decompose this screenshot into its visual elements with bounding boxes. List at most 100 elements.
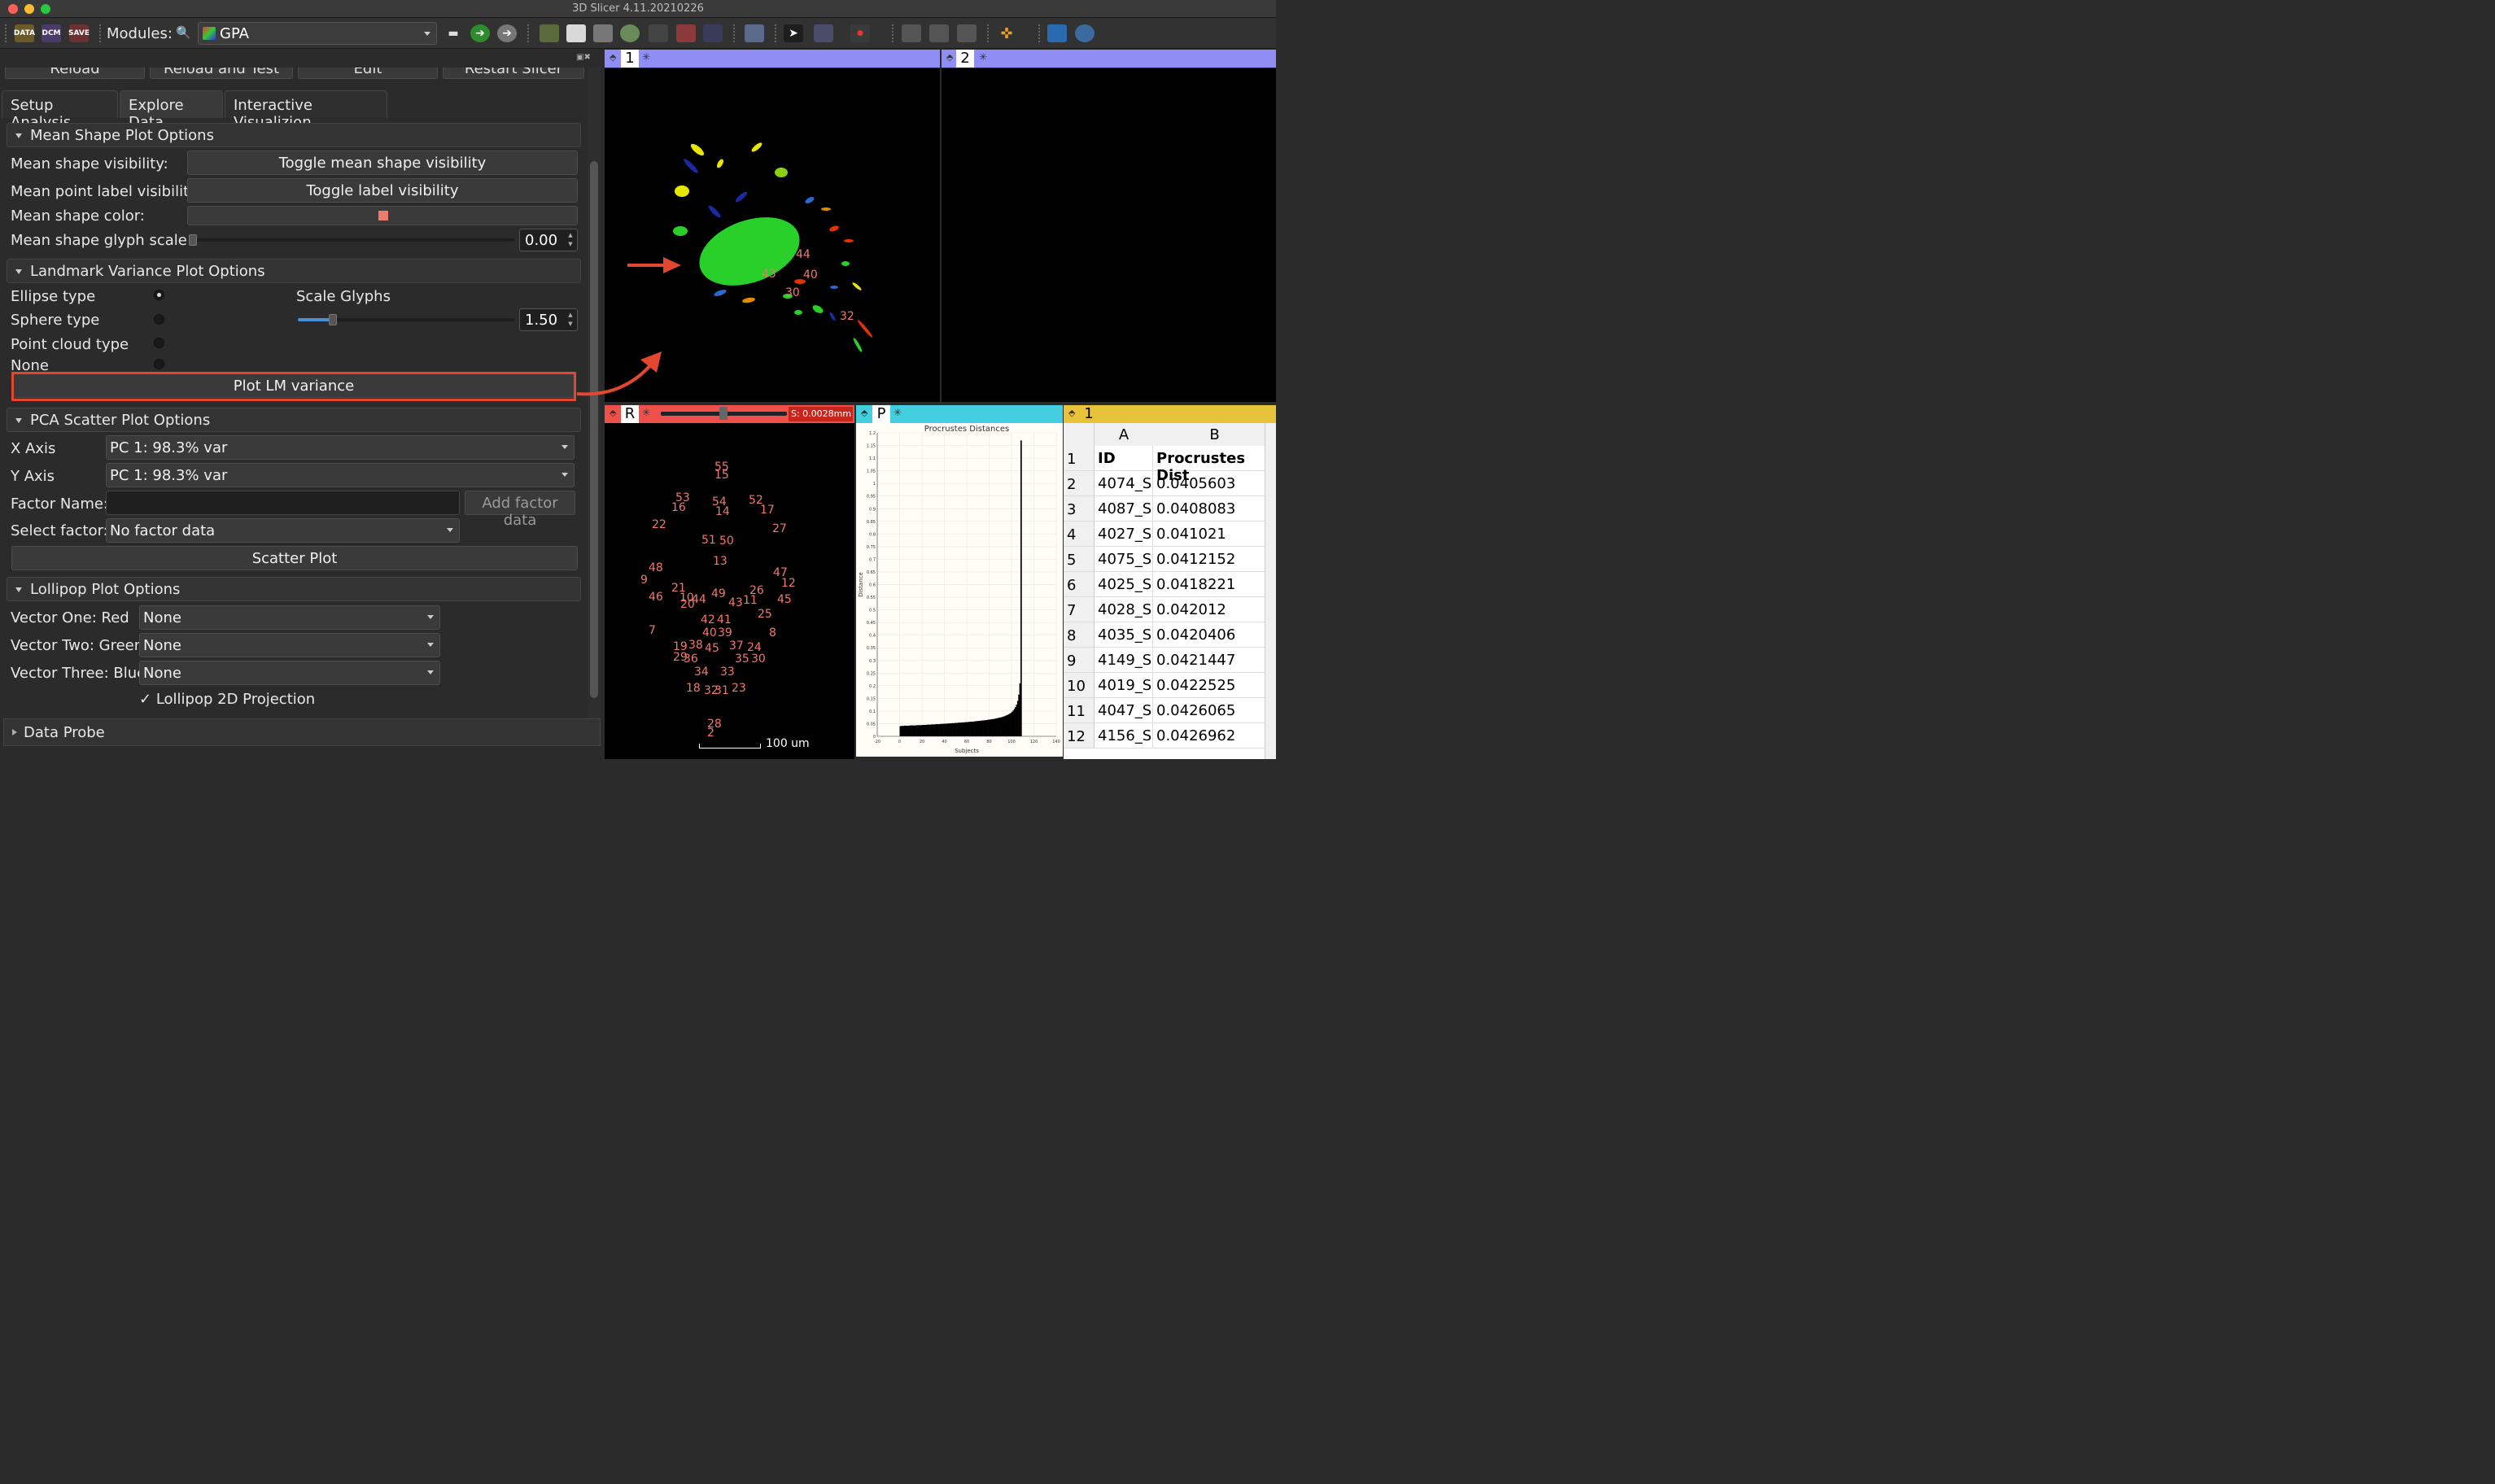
row-header[interactable]: 5: [1064, 547, 1095, 572]
cell-procrustes-distance[interactable]: 0.0412152: [1153, 547, 1276, 572]
vector-three-select[interactable]: None: [139, 661, 440, 685]
cell-procrustes-distance[interactable]: 0.0421447: [1153, 648, 1276, 673]
pin-icon[interactable]: ⬘: [861, 408, 867, 418]
lollipop-2d-projection-checkbox[interactable]: ✓ Lollipop 2D Projection: [139, 691, 315, 708]
row-header[interactable]: 6: [1064, 572, 1095, 597]
place-fiducial-icon[interactable]: ●: [850, 24, 870, 42]
y-axis-select[interactable]: PC 1: 98.3% var: [106, 463, 575, 487]
cell-procrustes-distance[interactable]: 0.0422525: [1153, 673, 1276, 698]
module-history-icon[interactable]: ▬: [444, 24, 463, 42]
cell-procrustes-distance[interactable]: 0.042012: [1153, 597, 1276, 622]
spin-arrows-icon[interactable]: ▲ ▼: [566, 311, 575, 329]
panel-float-close-icons[interactable]: ▣✖: [576, 53, 591, 62]
cell-id[interactable]: 4047_S: [1095, 698, 1153, 723]
column-header-b[interactable]: B: [1153, 423, 1276, 446]
none-type-radio[interactable]: [154, 359, 164, 369]
pin-icon[interactable]: ⬘: [1068, 408, 1075, 418]
pin-icon[interactable]: ⬘: [610, 408, 616, 418]
cell-procrustes-distance[interactable]: 0.0405603: [1153, 471, 1276, 496]
toggle-label-visibility-button[interactable]: Toggle label visibility: [187, 178, 578, 203]
table-row[interactable]: 6 4025_S 0.0418221: [1064, 572, 1276, 597]
cell-id[interactable]: 4156_S: [1095, 723, 1153, 749]
table-row[interactable]: 7 4028_S 0.042012: [1064, 597, 1276, 622]
table-row[interactable]: 4 4027_S 0.041021: [1064, 522, 1276, 547]
point-cloud-type-radio[interactable]: [154, 338, 164, 348]
scene-view-icon[interactable]: [929, 24, 949, 42]
save-button[interactable]: SAVE: [68, 24, 90, 42]
row-header[interactable]: 2: [1064, 471, 1095, 496]
add-factor-data-button[interactable]: Add factor data: [465, 491, 575, 529]
view-options-icon[interactable]: ✳: [894, 407, 902, 418]
volumes-module-icon[interactable]: [566, 24, 586, 42]
table-scrollbar[interactable]: [1265, 423, 1276, 759]
screenshot-icon[interactable]: [902, 24, 921, 42]
cell-id[interactable]: ID: [1095, 446, 1153, 471]
crosshair-icon[interactable]: ✜: [997, 24, 1016, 42]
tab-setup-analysis[interactable]: Setup Analysis: [2, 90, 118, 131]
landmark-variance-section-header[interactable]: Landmark Variance Plot Options: [7, 259, 581, 283]
pointer-icon[interactable]: ➤: [784, 24, 803, 42]
back-arrow-icon[interactable]: ➔: [470, 24, 490, 42]
window-level-icon[interactable]: [814, 24, 833, 42]
table-row[interactable]: 1 ID Procrustes Dist: [1064, 446, 1276, 484]
scale-glyphs-slider[interactable]: [298, 314, 514, 325]
mean-shape-section-header[interactable]: Mean Shape Plot Options: [7, 123, 581, 147]
slider-handle[interactable]: [329, 314, 337, 325]
table-row[interactable]: 8 4035_S 0.0420406: [1064, 622, 1276, 648]
red-slice-view[interactable]: 55 15 53 16 54 14 52 17 22 27 51 50 13 48 9 47 12 21 10 20 4…: [605, 423, 854, 759]
reload-and-test-button[interactable]: Reload and Test: [150, 68, 293, 79]
cell-id[interactable]: 4087_S: [1095, 496, 1153, 522]
pca-scatter-section-header[interactable]: PCA Scatter Plot Options: [7, 408, 581, 432]
forward-arrow-icon[interactable]: ➔: [497, 24, 517, 42]
reload-button[interactable]: Reload: [5, 68, 145, 79]
cell-id[interactable]: 4035_S: [1095, 622, 1153, 648]
view-options-icon[interactable]: ✳: [642, 407, 650, 418]
row-header[interactable]: 8: [1064, 622, 1095, 648]
cell-id[interactable]: 4074_S: [1095, 471, 1153, 496]
ellipse-type-radio[interactable]: [154, 290, 164, 300]
load-dicom-button[interactable]: DCM: [42, 24, 61, 42]
table-row[interactable]: 11 4047_S 0.0426065: [1064, 698, 1276, 723]
select-factor-dropdown[interactable]: No factor data: [106, 518, 460, 543]
mean-shape-color-picker[interactable]: [187, 206, 578, 225]
slice-offset-slider[interactable]: [661, 407, 787, 420]
extension-icon[interactable]: [957, 24, 977, 42]
scatter-plot-button[interactable]: Scatter Plot: [11, 546, 578, 570]
editor-module-icon[interactable]: [703, 24, 723, 42]
table-row[interactable]: 2 4074_S 0.0405603: [1064, 471, 1276, 496]
sphere-type-radio[interactable]: [154, 314, 164, 325]
toggle-mean-shape-button[interactable]: Toggle mean shape visibility: [187, 151, 578, 175]
slider-handle[interactable]: [719, 407, 728, 420]
glyph-scale-slider[interactable]: [189, 234, 514, 246]
data-module-icon[interactable]: [540, 24, 559, 42]
load-data-button[interactable]: DATA: [14, 24, 35, 42]
table-row[interactable]: 5 4075_S 0.0412152: [1064, 547, 1276, 572]
view-options-icon[interactable]: ✳: [979, 51, 987, 63]
3d-view-2[interactable]: [942, 68, 1276, 402]
cell-id[interactable]: 4028_S: [1095, 597, 1153, 622]
row-header[interactable]: 3: [1064, 496, 1095, 522]
procrustes-plot[interactable]: 0 0.05 0.1 0.15 0.2 0.25 0.3 0.35 0.4 0.45 0.5 0.55…: [856, 423, 1063, 757]
row-header[interactable]: 10: [1064, 673, 1095, 698]
transforms-module-icon[interactable]: [649, 24, 668, 42]
x-axis-select[interactable]: PC 1: 98.3% var: [106, 435, 575, 460]
edit-button[interactable]: Edit: [298, 68, 438, 79]
factor-name-input[interactable]: [106, 491, 460, 515]
row-header[interactable]: 11: [1064, 698, 1095, 723]
pin-icon[interactable]: ⬘: [946, 52, 953, 63]
table-row[interactable]: 10 4019_S 0.0422525: [1064, 673, 1276, 698]
row-header[interactable]: 7: [1064, 597, 1095, 622]
row-header[interactable]: 1: [1064, 446, 1095, 471]
segment-module-icon[interactable]: [620, 24, 640, 42]
cell-id[interactable]: 4027_S: [1095, 522, 1153, 547]
cell-procrustes-distance[interactable]: 0.041021: [1153, 522, 1276, 547]
scale-glyphs-spinbox[interactable]: 1.50 ▲ ▼: [519, 308, 578, 331]
cell-procrustes-distance[interactable]: 0.0420406: [1153, 622, 1276, 648]
cell-procrustes-distance[interactable]: 0.0426065: [1153, 698, 1276, 723]
cell-procrustes-distance[interactable]: Procrustes Dist: [1153, 446, 1276, 484]
tab-interactive-visualizion[interactable]: Interactive Visualizion: [225, 90, 387, 131]
table-row[interactable]: 12 4156_S 0.0426962: [1064, 723, 1276, 749]
lollipop-section-header[interactable]: Lollipop Plot Options: [7, 577, 581, 601]
scrollbar-thumb[interactable]: [590, 161, 598, 698]
layout-icon[interactable]: [745, 24, 764, 42]
